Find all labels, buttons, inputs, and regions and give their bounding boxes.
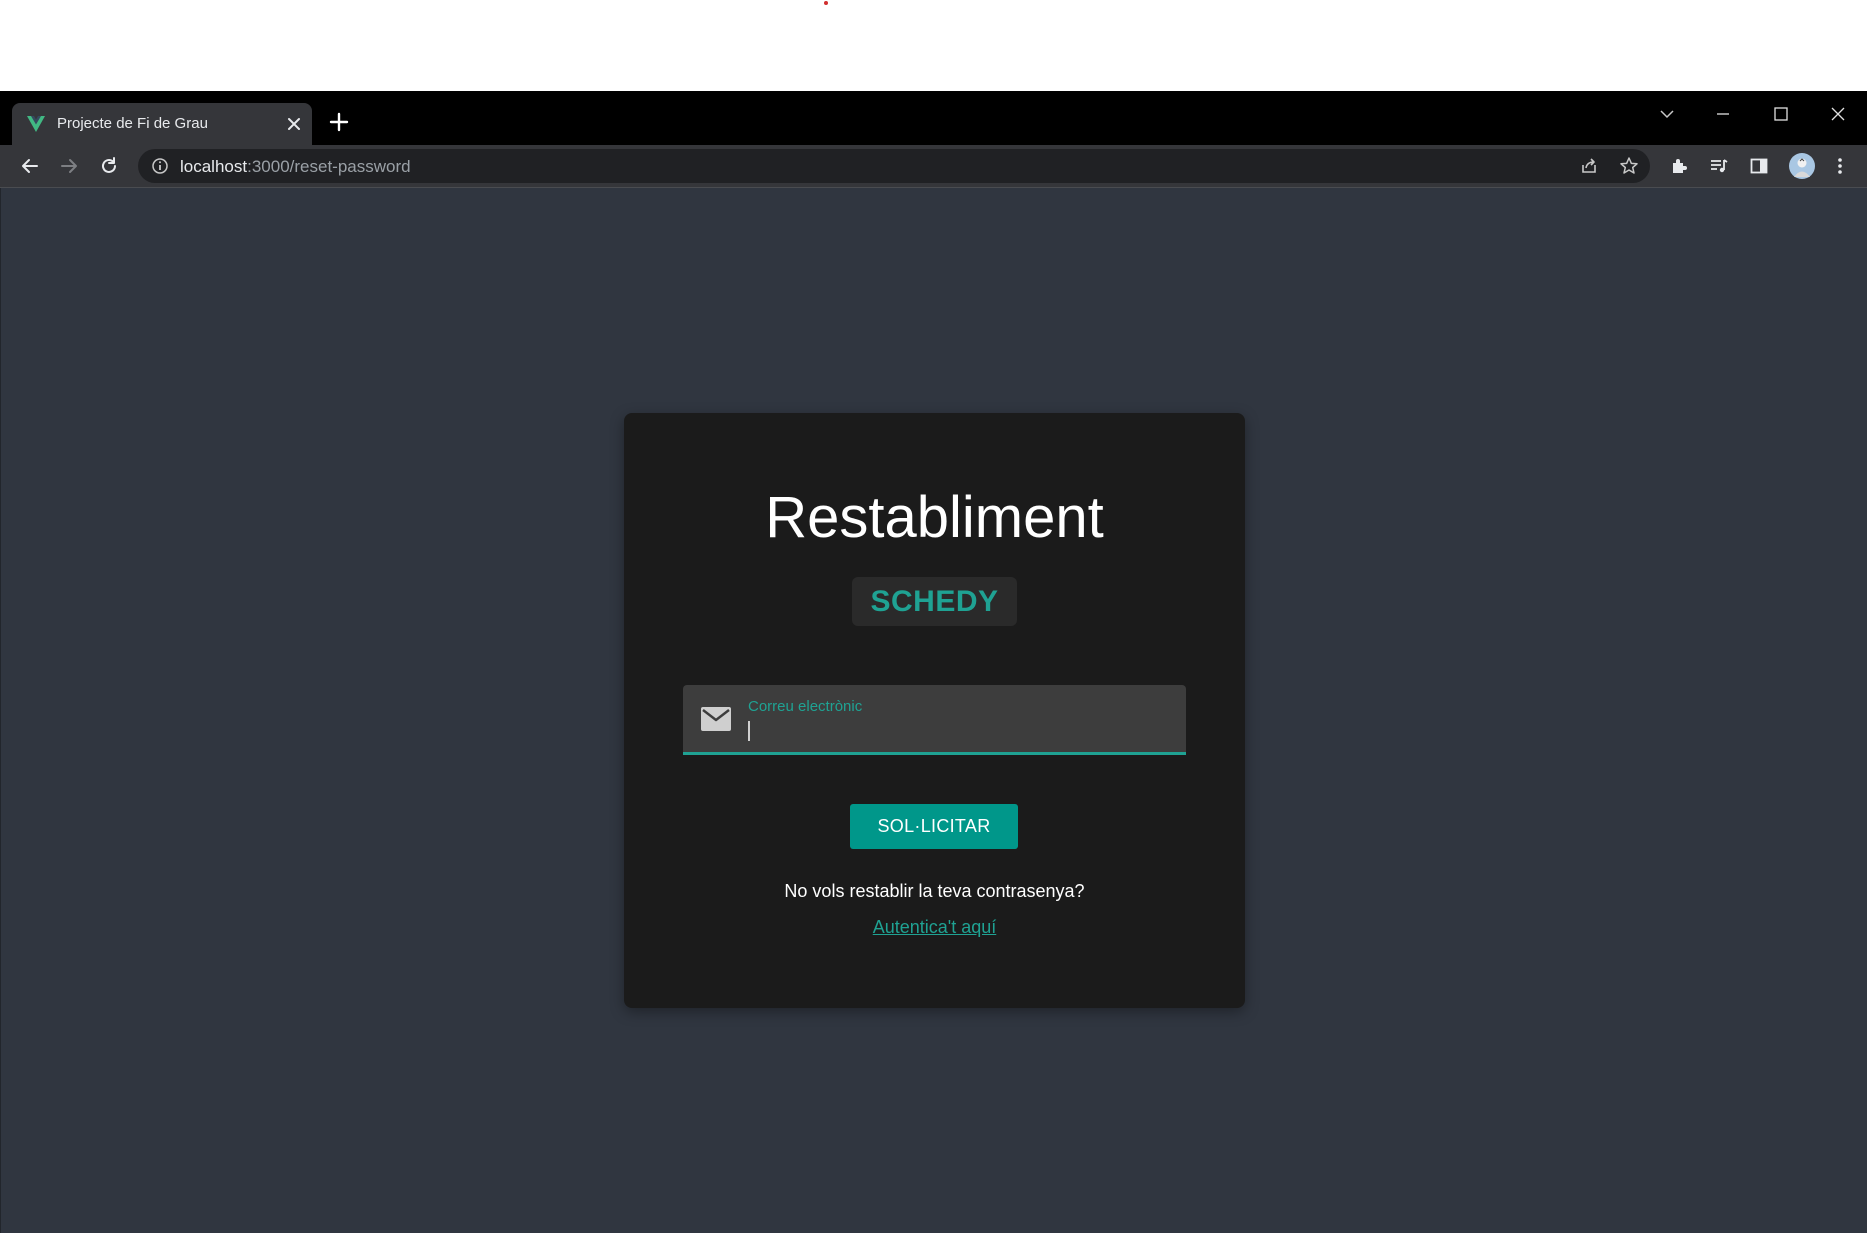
login-link[interactable]: Autentica't aquí — [873, 917, 997, 937]
browser-window: Projecte de Fi de Grau localhost:3000/re… — [0, 91, 1867, 1233]
brand-name: SCHEDY — [870, 584, 999, 618]
email-field-label: Correu electrònic — [748, 698, 863, 715]
close-window-icon[interactable] — [1818, 99, 1858, 129]
browser-toolbar: localhost:3000/reset-password — [0, 145, 1867, 188]
tab-active[interactable]: Projecte de Fi de Grau — [12, 103, 312, 145]
back-icon[interactable] — [18, 154, 42, 178]
red-dot — [824, 1, 828, 5]
side-panel-icon[interactable] — [1747, 154, 1771, 178]
menu-kebab-icon[interactable] — [1828, 154, 1852, 178]
extensions-icon[interactable] — [1667, 154, 1691, 178]
login-link-container: Autentica't aquí — [624, 917, 1245, 938]
address-bar[interactable]: localhost:3000/reset-password — [138, 149, 1650, 183]
mail-icon — [701, 707, 731, 731]
avatar[interactable] — [1787, 151, 1817, 181]
minimize-icon[interactable] — [1703, 99, 1743, 129]
desktop-background — [0, 0, 1867, 91]
tab-strip: Projecte de Fi de Grau — [0, 91, 1867, 145]
share-icon[interactable] — [1579, 156, 1599, 176]
url-text: localhost:3000/reset-password — [180, 157, 411, 176]
maximize-icon[interactable] — [1761, 99, 1801, 129]
page-title: Restabliment — [765, 485, 1104, 550]
vue-logo-icon — [27, 116, 45, 132]
window-edge — [0, 188, 1, 1233]
media-queue-icon[interactable] — [1707, 154, 1731, 178]
cancel-question: No vols restablir la teva contrasenya? — [784, 881, 1085, 901]
email-field[interactable]: Correu electrònic — [683, 685, 1186, 755]
brand-chip: SCHEDY — [852, 577, 1017, 626]
bookmark-star-icon[interactable] — [1619, 156, 1639, 176]
email-input[interactable] — [747, 717, 1167, 743]
submit-button[interactable]: SOL·LICITAR — [850, 804, 1018, 849]
reset-password-card: Restabliment SCHEDY Correu electrònic SO… — [624, 413, 1245, 1008]
new-tab-icon[interactable] — [328, 111, 350, 133]
forward-icon[interactable] — [57, 154, 81, 178]
tab-search-icon[interactable] — [1647, 99, 1687, 129]
reload-icon[interactable] — [97, 154, 121, 178]
page-content: Restabliment SCHEDY Correu electrònic SO… — [0, 188, 1867, 1233]
close-tab-icon[interactable] — [284, 114, 304, 134]
tab-title: Projecte de Fi de Grau — [57, 115, 208, 132]
site-info-icon[interactable] — [151, 157, 169, 175]
text-caret — [748, 721, 750, 741]
